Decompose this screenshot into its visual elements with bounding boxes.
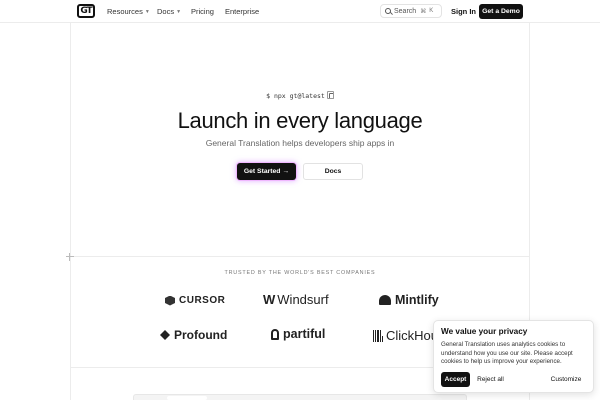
cursor-cube-icon — [165, 295, 175, 306]
clickhouse-bars-icon — [373, 329, 383, 342]
windsurf-logo-text: Windsurf — [277, 292, 329, 307]
windsurf-w-icon: W — [263, 292, 275, 307]
get-demo-button[interactable]: Get a Demo — [479, 4, 523, 19]
trusted-heading: TRUSTED BY THE WORLD'S BEST COMPANIES — [224, 270, 376, 276]
nav-docs[interactable]: Docs ▼ — [157, 0, 181, 23]
search-label: Search — [394, 7, 417, 15]
nav-pricing[interactable]: Pricing — [191, 0, 214, 23]
sign-in-link[interactable]: Sign In — [451, 7, 476, 16]
mintlify-logo-text: Mintlify — [395, 293, 439, 307]
clickhouse-logo-text: ClickHou — [385, 328, 438, 343]
nav-docs-label: Docs — [157, 7, 175, 16]
docs-button[interactable]: Docs — [303, 163, 363, 180]
chevron-down-icon: ▼ — [144, 8, 150, 15]
section-divider — [70, 256, 530, 257]
cookie-text: General Translation uses analytics cooki… — [441, 341, 573, 365]
nav-resources-label: Resources — [107, 7, 143, 16]
cursor-logo: CURSOR — [165, 295, 225, 306]
mintlify-leaf-icon — [379, 295, 391, 305]
gt-logo[interactable]: GT — [77, 4, 95, 18]
plus-marker-icon — [66, 253, 74, 261]
mintlify-logo: Mintlify — [379, 293, 439, 307]
frame-line-left — [70, 23, 71, 400]
profound-logo: Profound — [160, 328, 227, 342]
partiful-logo-text: partiful — [283, 327, 326, 341]
bottom-preview-tab — [167, 396, 207, 400]
chevron-down-icon: ▼ — [176, 8, 182, 15]
install-command: $ npx gt@latest — [0, 91, 600, 100]
cursor-logo-text: CURSOR — [179, 295, 226, 306]
get-started-button[interactable]: Get Started → — [237, 163, 296, 180]
site-header: GT Resources ▼ Docs ▼ Pricing Enterprise S… — [0, 0, 600, 23]
cookie-banner: We value your privacy General Translatio… — [433, 320, 594, 393]
partiful-p-icon — [271, 328, 279, 340]
search-button[interactable]: Search ⌘ K — [380, 4, 442, 18]
nav-enterprise-label: Enterprise — [225, 7, 260, 16]
clickhouse-logo: ClickHou — [373, 328, 438, 343]
partiful-logo: partiful — [271, 327, 325, 341]
customize-cookies-button[interactable]: Customize — [544, 372, 588, 387]
search-shortcut-key: K — [429, 8, 434, 14]
profound-diamond-icon — [160, 330, 170, 340]
accept-cookies-button[interactable]: Accept — [441, 372, 470, 387]
search-shortcut-mod: ⌘ — [420, 8, 427, 15]
nav-resources[interactable]: Resources ▼ — [107, 0, 150, 23]
copy-icon[interactable] — [326, 91, 334, 99]
nav-pricing-label: Pricing — [191, 7, 214, 16]
nav-enterprise[interactable]: Enterprise — [225, 0, 259, 23]
windsurf-logo: W Windsurf — [263, 292, 329, 307]
cookie-title: We value your privacy — [441, 327, 528, 336]
hero-title: Launch in every language — [177, 108, 423, 133]
install-command-text: $ npx gt@latest — [266, 92, 325, 100]
hero-subtitle: General Translation helps developers shi… — [205, 138, 395, 148]
reject-cookies-button[interactable]: Reject all — [474, 372, 507, 387]
search-icon — [385, 8, 391, 14]
profound-logo-text: Profound — [174, 328, 228, 342]
